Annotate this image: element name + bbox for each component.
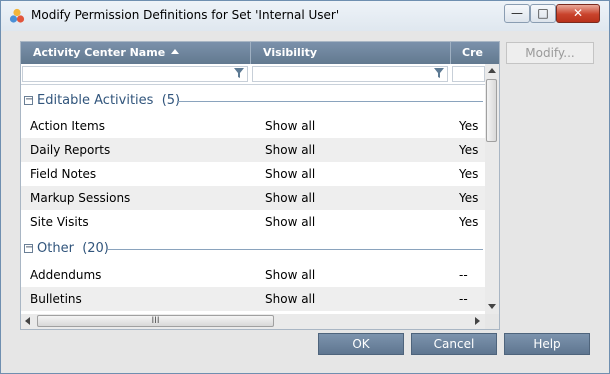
table-row[interactable]: Addendums Show all --: [21, 263, 485, 287]
activity-name: Site Visits: [30, 215, 89, 229]
table-row[interactable]: Daily Reports Show all Yes: [21, 138, 485, 162]
activity-name: Addendums: [30, 268, 102, 282]
activity-name: Field Notes: [30, 167, 97, 181]
cancel-button[interactable]: Cancel: [411, 333, 497, 355]
horizontal-scroll-thumb[interactable]: III: [37, 315, 274, 327]
maximize-button[interactable]: □: [530, 4, 556, 23]
permissions-grid: Activity Center Name Visibility Cre − Ed…: [20, 41, 500, 330]
create-value: --: [459, 292, 468, 306]
group-header-other[interactable]: − Other (20): [21, 237, 485, 261]
column-label: Activity Center Name: [33, 46, 166, 59]
activity-name: Bulletins: [30, 292, 82, 306]
scroll-left-icon[interactable]: [25, 317, 30, 325]
table-row[interactable]: Action Items Show all Yes: [21, 114, 485, 138]
column-header-visibility[interactable]: Visibility: [263, 42, 443, 64]
scroll-right-icon[interactable]: [475, 317, 480, 325]
filter-row: [21, 64, 499, 85]
create-value: Yes: [459, 215, 479, 229]
window-title: Modify Permission Definitions for Set 'I…: [31, 8, 340, 22]
visibility-value: Show all: [265, 268, 316, 282]
group-divider-line: [108, 249, 483, 250]
create-value: Yes: [459, 191, 479, 205]
close-button[interactable]: ✕: [556, 4, 600, 23]
visibility-value: Show all: [265, 191, 316, 205]
horizontal-scrollbar[interactable]: III: [21, 314, 485, 329]
activity-name: Action Items: [30, 119, 105, 133]
dialog-window: Modify Permission Definitions for Set 'I…: [0, 0, 610, 374]
scrollbar-corner: [485, 314, 499, 329]
ok-button[interactable]: OK: [318, 333, 404, 355]
activity-name: Markup Sessions: [30, 191, 131, 205]
table-row[interactable]: Site Visits Show all Yes: [21, 210, 485, 234]
create-value: Yes: [459, 119, 479, 133]
activity-name: Daily Reports: [30, 143, 111, 157]
minimize-button[interactable]: —: [504, 4, 530, 23]
collapse-icon[interactable]: −: [24, 95, 33, 105]
minimize-icon: —: [511, 6, 523, 20]
filter-icon[interactable]: [233, 67, 245, 79]
filter-icon[interactable]: [433, 67, 445, 79]
column-divider[interactable]: [250, 42, 251, 64]
title-bar: Modify Permission Definitions for Set 'I…: [1, 1, 609, 31]
create-filter-input[interactable]: [452, 66, 485, 82]
modify-button[interactable]: Modify...: [506, 42, 594, 64]
column-label: Cre: [462, 46, 483, 59]
column-divider[interactable]: [450, 42, 451, 64]
close-icon: ✕: [572, 6, 584, 20]
create-value: Yes: [459, 167, 479, 181]
group-divider-line: [177, 101, 483, 102]
app-icon: [9, 8, 25, 23]
visibility-value: Show all: [265, 119, 316, 133]
group-label: Editable Activities (5): [37, 93, 181, 108]
create-value: Yes: [459, 143, 479, 157]
activity-filter-input[interactable]: [22, 66, 248, 82]
sort-ascending-icon: [171, 48, 180, 54]
create-value: --: [459, 268, 468, 282]
collapse-icon[interactable]: −: [24, 243, 33, 253]
help-button[interactable]: Help: [504, 333, 590, 355]
vertical-scroll-thumb[interactable]: [486, 79, 497, 142]
table-row[interactable]: Markup Sessions Show all Yes: [21, 186, 485, 210]
visibility-value: Show all: [265, 292, 316, 306]
visibility-value: Show all: [265, 215, 316, 229]
group-label: Other (20): [37, 241, 109, 256]
visibility-filter-input[interactable]: [252, 66, 448, 82]
scroll-down-icon[interactable]: [488, 304, 496, 309]
visibility-value: Show all: [265, 167, 316, 181]
table-row[interactable]: Bulletins Show all --: [21, 287, 485, 311]
visibility-value: Show all: [265, 143, 316, 157]
grid-header: Activity Center Name Visibility Cre: [21, 42, 499, 64]
table-row[interactable]: Field Notes Show all Yes: [21, 162, 485, 186]
maximize-icon: □: [537, 6, 549, 20]
column-header-activity-center-name[interactable]: Activity Center Name: [33, 42, 249, 64]
vertical-scrollbar[interactable]: [485, 64, 499, 314]
group-header-editable-activities[interactable]: − Editable Activities (5): [21, 89, 485, 113]
scroll-up-icon[interactable]: [488, 68, 496, 73]
column-header-create[interactable]: Cre: [462, 42, 485, 64]
column-label: Visibility: [263, 46, 318, 59]
